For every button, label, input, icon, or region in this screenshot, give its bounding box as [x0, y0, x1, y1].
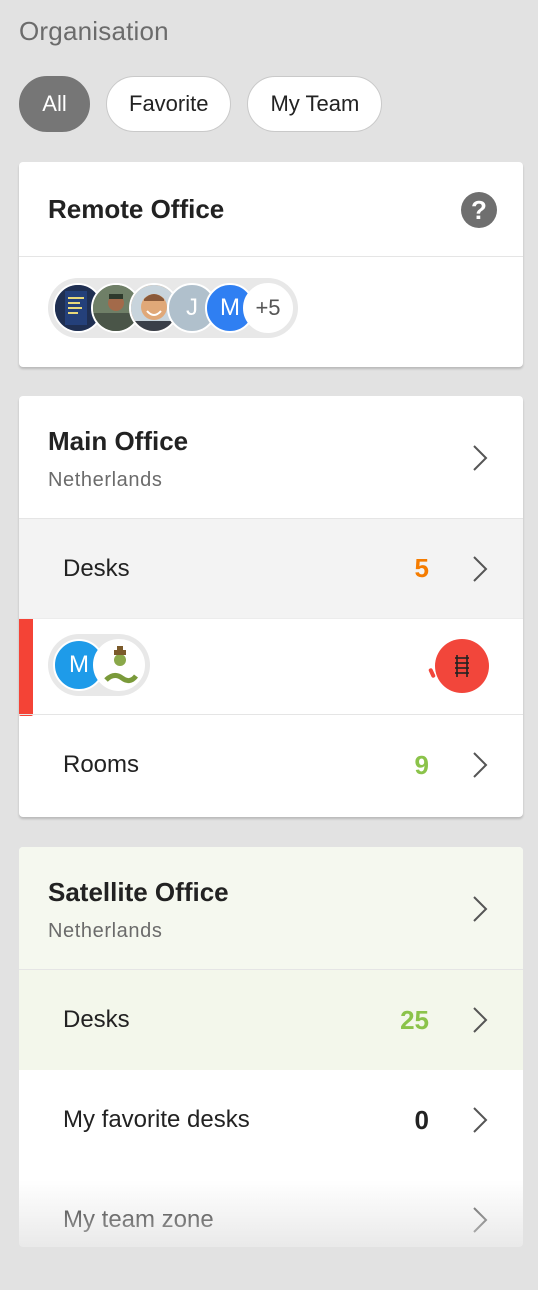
cartoon-snake-icon	[93, 639, 145, 691]
main-office-card: Main Office Netherlands Desks 5 M Rooms …	[19, 396, 523, 817]
main-office-avatar-group[interactable]: M	[48, 634, 150, 696]
main-office-subtitle: Netherlands	[48, 469, 163, 491]
filter-favorite-chip[interactable]: Favorite	[106, 76, 232, 132]
chevron-right-icon	[471, 750, 489, 780]
chevron-right-icon	[471, 1005, 489, 1035]
desks-label: Desks	[63, 554, 130, 582]
main-office-desks-row[interactable]: Desks 5	[19, 519, 523, 619]
remote-office-title: Remote Office	[48, 193, 225, 224]
main-office-rooms-row[interactable]: Rooms 9	[19, 715, 523, 815]
main-office-header[interactable]: Main Office Netherlands	[19, 396, 523, 519]
chevron-right-icon	[471, 1205, 489, 1235]
main-office-title: Main Office	[48, 426, 189, 456]
filter-my-team-chip[interactable]: My Team	[247, 76, 383, 132]
filter-chips: All Favorite My Team	[19, 76, 383, 132]
favorite-desks-label: My favorite desks	[63, 1106, 250, 1133]
desks-count: 25	[400, 1004, 429, 1035]
satellite-office-header[interactable]: Satellite Office Netherlands	[19, 847, 523, 970]
chevron-right-icon	[471, 1105, 489, 1135]
page-title: Organisation	[19, 16, 169, 46]
satellite-office-desks-row[interactable]: Desks 25	[19, 970, 523, 1070]
satellite-office-subtitle: Netherlands	[48, 920, 163, 942]
desks-label: Desks	[63, 1006, 130, 1033]
railway-track-icon[interactable]	[435, 639, 489, 693]
favorite-desks-count: 0	[414, 1104, 429, 1135]
remote-office-card: Remote Office ? J M +5	[19, 162, 523, 367]
organisation-page: Organisation All Favorite My Team Remote…	[0, 0, 538, 1290]
more-avatars-count: +5	[243, 283, 293, 333]
remote-office-header[interactable]: Remote Office ?	[19, 162, 523, 257]
satellite-office-title: Satellite Office	[48, 877, 229, 907]
desks-count: 5	[414, 553, 429, 583]
chevron-right-icon	[471, 443, 489, 473]
remote-office-avatar-group[interactable]: J M +5	[48, 278, 298, 338]
chevron-right-icon	[471, 554, 489, 584]
rooms-label: Rooms	[63, 751, 140, 778]
team-zone-label: My team zone	[63, 1206, 214, 1233]
satellite-office-card: Satellite Office Netherlands Desks 25 My…	[19, 847, 523, 1247]
rooms-count: 9	[414, 749, 429, 780]
main-office-occupants-row: M	[19, 619, 523, 715]
filter-all-chip[interactable]: All	[19, 76, 90, 132]
favorite-desks-row[interactable]: My favorite desks 0	[19, 1070, 523, 1170]
chevron-right-icon	[471, 894, 489, 924]
team-zone-row[interactable]: My team zone	[19, 1170, 523, 1247]
question-circle-icon[interactable]: ?	[461, 192, 497, 228]
